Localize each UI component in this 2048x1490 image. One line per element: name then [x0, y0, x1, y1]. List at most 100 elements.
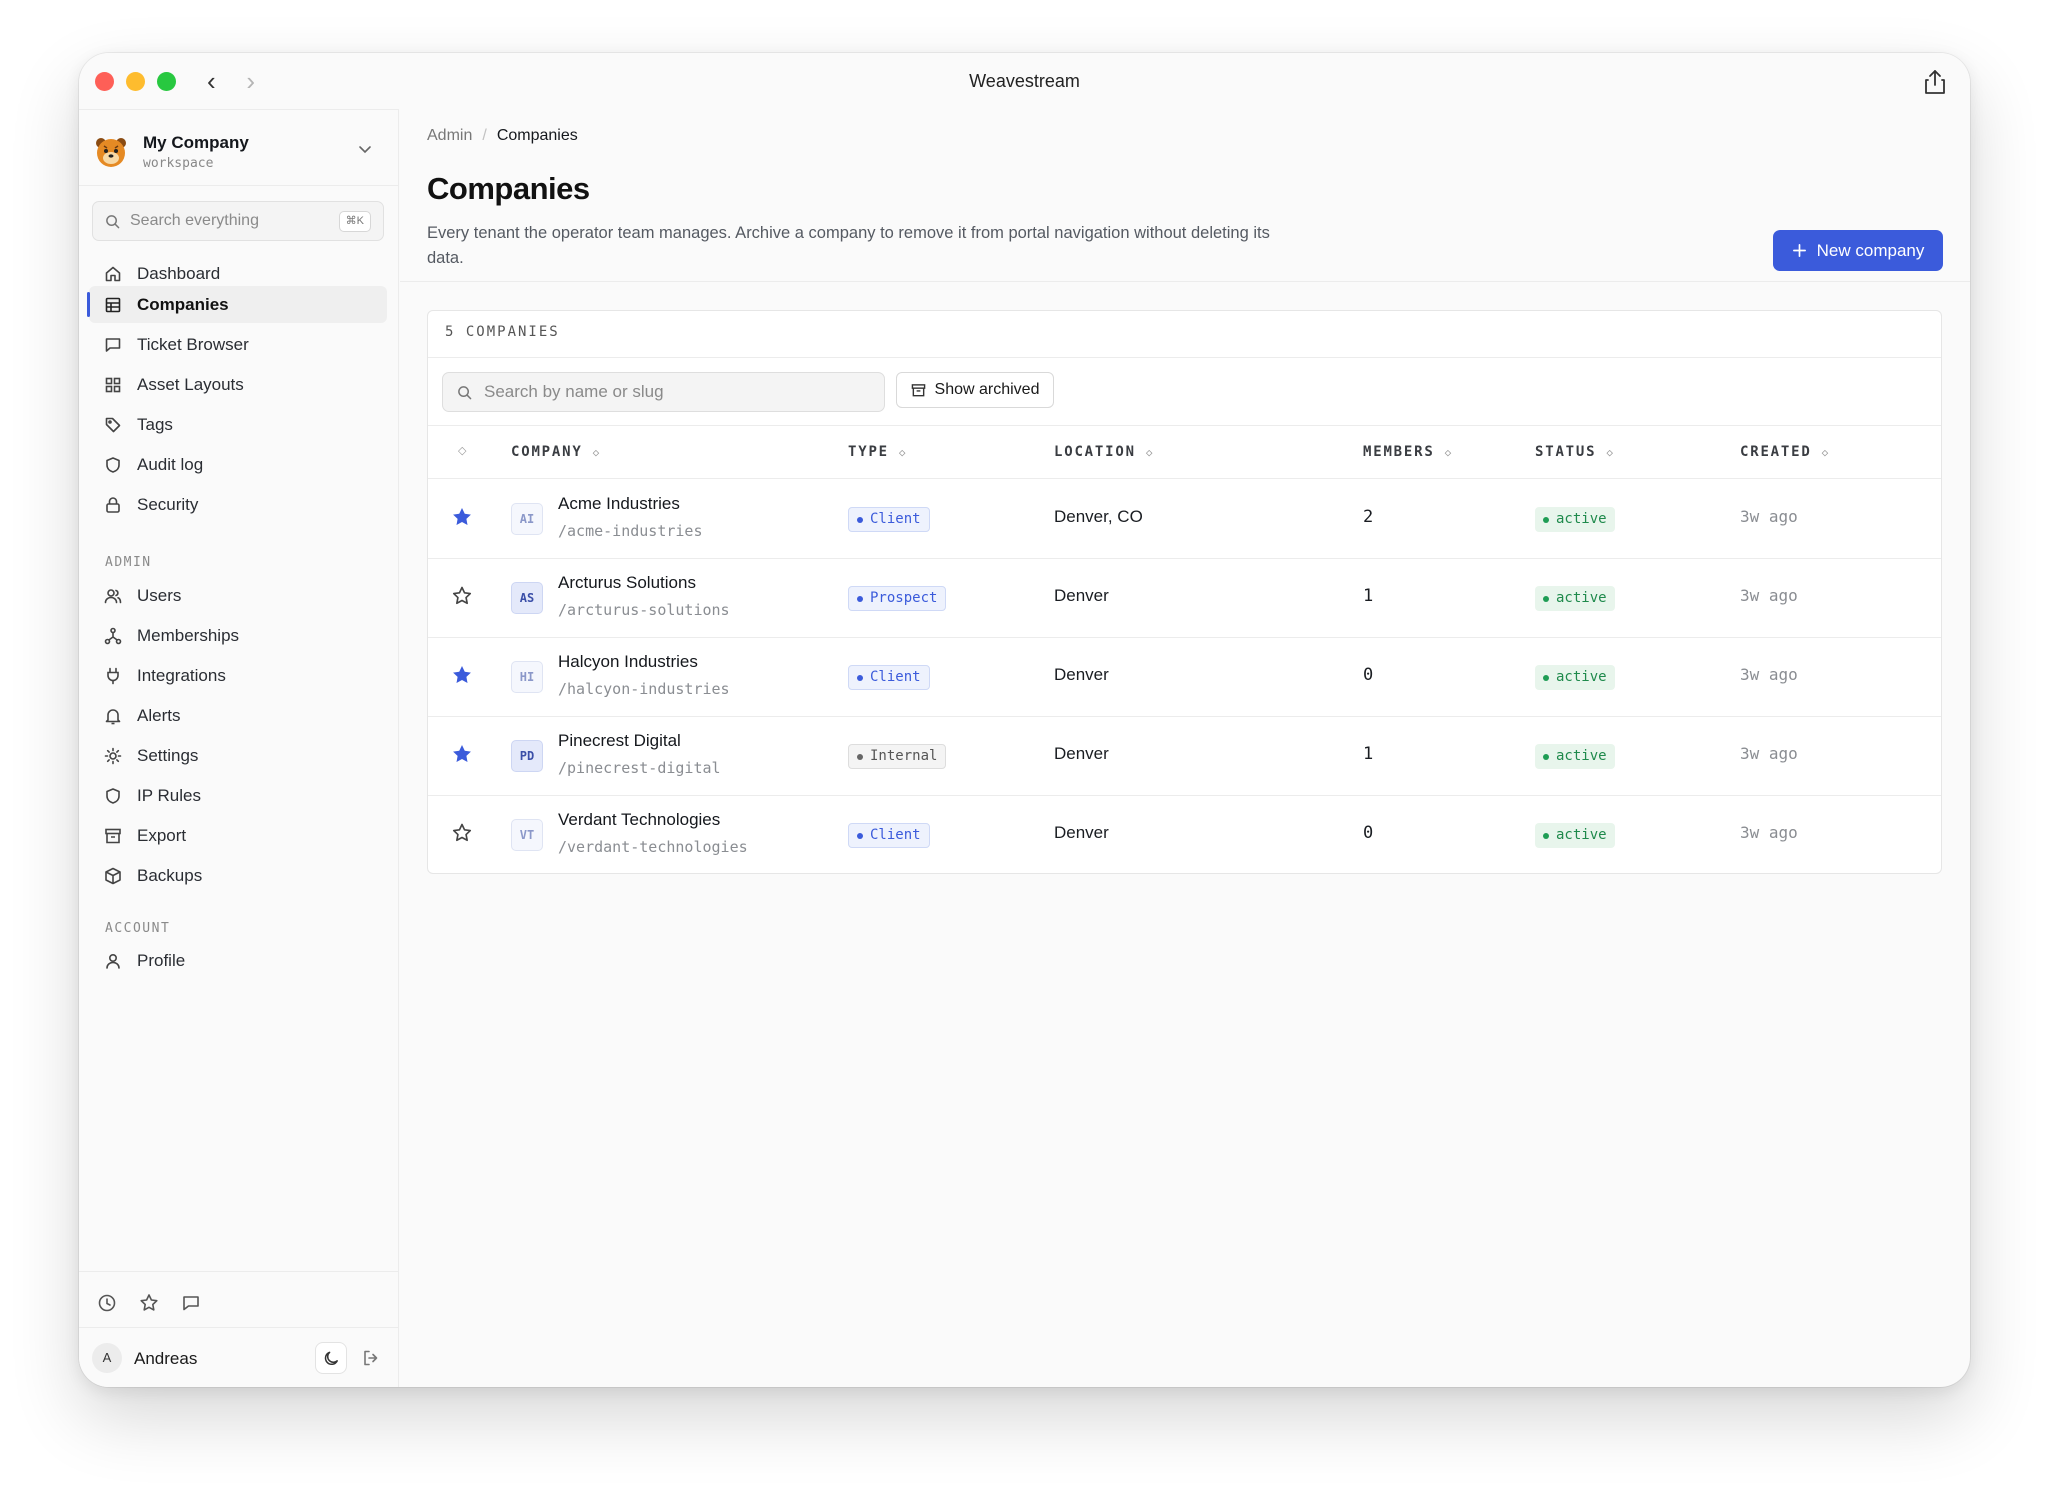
column-header-created[interactable]: CREATED ◇ [1740, 444, 1828, 460]
workspace-subtitle: workspace [143, 156, 214, 171]
header-divider [400, 281, 1970, 282]
workspace-logo-icon [96, 138, 126, 167]
logout-button[interactable] [355, 1342, 387, 1374]
minimize-window-button[interactable] [126, 72, 145, 91]
type-badge: Client [848, 823, 930, 848]
column-header-members[interactable]: MEMBERS ◇ [1363, 444, 1451, 460]
star-filled-icon[interactable] [451, 506, 475, 530]
new-company-button[interactable]: New company [1773, 230, 1943, 271]
app-window: ‹ › Weavestream My Company workspace Sea… [79, 53, 1970, 1387]
sidebar-item-label: Backups [137, 865, 203, 885]
column-header-label: COMPANY [511, 444, 583, 460]
company-name[interactable]: Halcyon Industries [558, 652, 698, 672]
breadcrumb-parent[interactable]: Admin [427, 127, 472, 145]
status-badge: active [1535, 744, 1615, 769]
sidebar-item-label: Security [137, 494, 199, 514]
star-filled-icon[interactable] [451, 743, 475, 767]
created-time: 3w ago [1740, 823, 1798, 842]
type-label: Client [870, 827, 921, 843]
sidebar-item-ticket-browser[interactable]: Ticket Browser [89, 326, 387, 363]
share-icon [1925, 70, 1945, 94]
company-name[interactable]: Arcturus Solutions [558, 573, 696, 593]
tag-icon [103, 415, 123, 435]
company-name[interactable]: Verdant Technologies [558, 810, 720, 830]
sidebar-item-users[interactable]: Users [89, 577, 387, 614]
created-time: 3w ago [1740, 665, 1798, 684]
user-name[interactable]: Andreas [134, 1349, 197, 1369]
status-dot [1543, 595, 1549, 602]
sidebar-item-label: Dashboard [137, 263, 221, 283]
show-archived-button[interactable]: Show archived [896, 372, 1054, 408]
sidebar-item-label: IP Rules [137, 785, 201, 805]
sidebar-item-asset-layouts[interactable]: Asset Layouts [89, 366, 387, 403]
sidebar-item-integrations[interactable]: Integrations [89, 657, 387, 694]
sidebar-item-label: Audit log [137, 454, 204, 474]
created-time: 3w ago [1740, 586, 1798, 605]
table-row[interactable]: HI Halcyon Industries /halcyon-industrie… [428, 637, 1941, 716]
column-header-location[interactable]: LOCATION ◇ [1054, 444, 1152, 460]
table-row[interactable]: AS Arcturus Solutions /arcturus-solution… [428, 558, 1941, 637]
workspace-name: My Company [143, 133, 249, 152]
sidebar-item-label: Settings [137, 745, 199, 765]
box-icon [103, 866, 123, 886]
sidebar-item-memberships[interactable]: Memberships [89, 617, 387, 654]
column-header-type[interactable]: TYPE ◇ [848, 444, 906, 460]
sidebar-item-tags[interactable]: Tags [89, 406, 387, 443]
plug-icon [103, 666, 123, 686]
star-outline-icon[interactable] [451, 585, 475, 609]
sidebar-item-companies[interactable]: Companies [87, 286, 387, 323]
badge-dot [857, 832, 863, 839]
sidebar-item-profile[interactable]: Profile [89, 942, 387, 979]
company-name[interactable]: Pinecrest Digital [558, 731, 681, 751]
favorites-star-icon[interactable] [137, 1291, 161, 1315]
sidebar-item-audit-log[interactable]: Audit log [89, 446, 387, 483]
breadcrumb-current: Companies [496, 127, 578, 144]
recent-icon[interactable] [95, 1291, 119, 1315]
status-badge: active [1535, 586, 1615, 611]
star-filled-icon[interactable] [451, 664, 475, 688]
company-slug: /pinecrest-digital [558, 759, 721, 777]
page-title: Companies [427, 171, 590, 206]
member-count: 0 [1363, 665, 1374, 685]
card-divider [428, 425, 1941, 426]
forward-icon[interactable]: › [246, 68, 255, 94]
column-header-label: CREATED [1740, 444, 1812, 460]
search-icon [458, 385, 472, 399]
company-search-input[interactable]: Search by name or slug [442, 372, 885, 412]
column-header-company[interactable]: COMPANY ◇ [511, 444, 599, 460]
feedback-message-icon[interactable] [179, 1291, 203, 1315]
avatar[interactable]: A [92, 1343, 122, 1373]
share-button[interactable] [1916, 63, 1954, 101]
type-badge: Client [848, 665, 930, 690]
close-window-button[interactable] [95, 72, 114, 91]
badge-dot [857, 753, 863, 760]
company-name[interactable]: Acme Industries [558, 494, 680, 514]
workspace-switcher[interactable]: My Company workspace [93, 127, 383, 177]
table-row[interactable]: VT Verdant Technologies /verdant-technol… [428, 795, 1941, 873]
sidebar-item-alerts[interactable]: Alerts [89, 697, 387, 734]
search-shortcut-badge: ⌘K [338, 211, 371, 232]
global-search-input[interactable]: Search everything ⌘K [92, 201, 384, 241]
status-dot [1543, 516, 1549, 523]
back-icon[interactable]: ‹ [207, 68, 216, 94]
window-title: Weavestream [969, 71, 1080, 91]
company-slug: /verdant-technologies [558, 838, 748, 856]
sidebar-item-security[interactable]: Security [89, 486, 387, 523]
status-badge: active [1535, 665, 1615, 690]
table-row[interactable]: AI Acme Industries /acme-industries Clie… [428, 479, 1941, 558]
table-row[interactable]: PD Pinecrest Digital /pinecrest-digital … [428, 716, 1941, 795]
theme-toggle-button[interactable] [315, 1342, 347, 1374]
sort-favorites-header[interactable]: ◇ [458, 444, 466, 457]
sidebar-item-settings[interactable]: Settings [89, 737, 387, 774]
sidebar-item-label: Companies [137, 294, 229, 314]
sidebar-item-export[interactable]: Export [89, 817, 387, 854]
sidebar-item-ip-rules[interactable]: IP Rules [89, 777, 387, 814]
star-outline-icon[interactable] [451, 822, 475, 846]
sidebar-item-backups[interactable]: Backups [89, 857, 387, 894]
status-label: active [1556, 511, 1607, 527]
zoom-window-button[interactable] [157, 72, 176, 91]
company-location: Denver [1054, 586, 1109, 605]
sidebar-item-label: Profile [137, 950, 186, 970]
column-header-status[interactable]: STATUS ◇ [1535, 444, 1613, 460]
type-label: Prospect [870, 590, 938, 606]
